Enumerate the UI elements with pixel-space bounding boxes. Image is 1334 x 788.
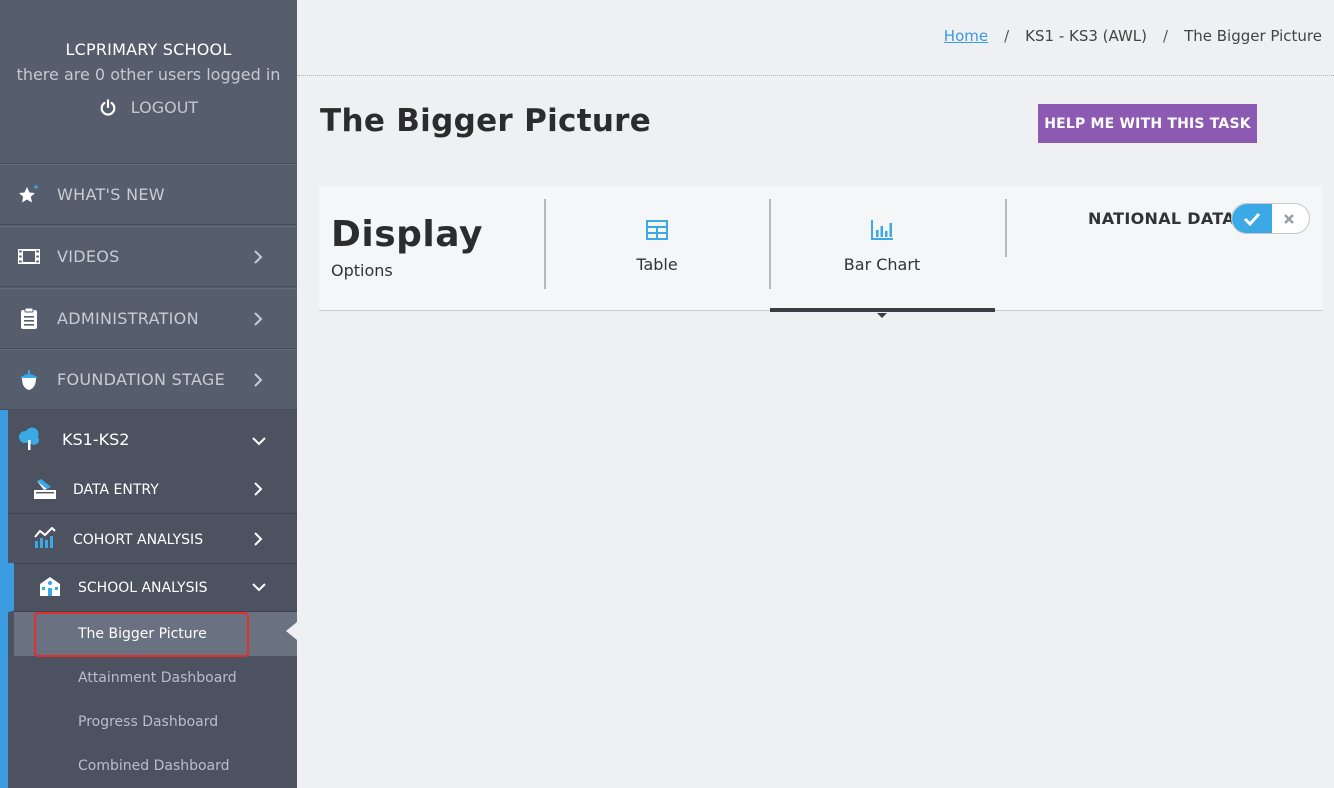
breadcrumb-home-link[interactable]: Home xyxy=(944,27,988,45)
sidebar-subitem-data-entry[interactable]: DATA ENTRY xyxy=(8,465,297,514)
sidebar-item-administration[interactable]: ADMINISTRATION xyxy=(0,288,297,349)
display-option-table[interactable]: Table xyxy=(545,186,769,311)
sidebar-item-label: FOUNDATION STAGE xyxy=(57,370,226,389)
chevron-down-icon xyxy=(252,583,266,592)
sidebar-subitem-label: COHORT ANALYSIS xyxy=(73,532,204,548)
sidebar-item-whats-new[interactable]: WHAT'S NEW xyxy=(0,164,297,225)
line-chart-icon xyxy=(34,527,56,548)
sidebar-subitem-label: DATA ENTRY xyxy=(73,482,159,498)
sidebar-item-label: KS1-KS2 xyxy=(62,430,130,449)
sidebar-item-label: WHAT'S NEW xyxy=(57,185,165,204)
selected-tab-caret xyxy=(877,313,887,318)
national-data-toggle[interactable] xyxy=(1231,203,1310,234)
clipboard-icon xyxy=(21,307,37,329)
sidebar-link-label: Attainment Dashboard xyxy=(78,670,237,686)
sidebar-link-label: The Bigger Picture xyxy=(78,626,207,642)
sidebar-link-the-bigger-picture[interactable]: The Bigger Picture xyxy=(14,612,297,657)
sidebar-item-label: VIDEOS xyxy=(57,247,120,266)
sidebar-subitem-label: SCHOOL ANALYSIS xyxy=(78,580,208,596)
chevron-right-icon xyxy=(254,372,263,387)
sidebar-item-ks1-ks2[interactable]: KS1-KS2 xyxy=(0,410,297,472)
bar-chart-icon xyxy=(871,220,893,240)
sidebar-link-label: Progress Dashboard xyxy=(78,714,219,730)
data-entry-icon xyxy=(34,479,56,499)
check-icon xyxy=(1243,212,1261,226)
display-subtitle: Options xyxy=(331,261,393,280)
sidebar-item-videos[interactable]: VIDEOS xyxy=(0,226,297,287)
close-icon xyxy=(1284,214,1294,224)
divider xyxy=(1005,199,1007,257)
sidebar-link-label: Combined Dashboard xyxy=(78,758,230,774)
selected-tab-underline xyxy=(770,308,995,312)
breadcrumb-separator: / xyxy=(1004,27,1010,45)
logout-button[interactable]: LOGOUT xyxy=(99,98,198,117)
sidebar-section-ks1-ks2: KS1-KS2 DATA ENTRY COHORT ANALYSIS SCHOO… xyxy=(0,410,297,788)
users-logged-in-text: there are 0 other users logged in xyxy=(16,65,281,84)
chevron-right-icon xyxy=(254,249,263,264)
toggle-on-side xyxy=(1232,204,1272,233)
breadcrumb: Home / KS1 - KS3 (AWL) / The Bigger Pict… xyxy=(298,0,1334,76)
sidebar: LCPRIMARY SCHOOL there are 0 other users… xyxy=(0,0,297,788)
national-data-label: NATIONAL DATA xyxy=(1088,209,1235,228)
display-option-label: Bar Chart xyxy=(843,255,921,274)
breadcrumb-separator: / xyxy=(1163,27,1169,45)
school-name: LCPRIMARY SCHOOL xyxy=(65,40,232,59)
logout-label: LOGOUT xyxy=(130,98,199,117)
sidebar-subitem-cohort-analysis[interactable]: COHORT ANALYSIS xyxy=(8,515,297,564)
film-icon xyxy=(18,248,40,264)
active-link-pointer xyxy=(286,622,297,640)
display-options-panel: Display Options Table Bar Chart xyxy=(319,186,1322,318)
sidebar-link-combined-dashboard[interactable]: Combined Dashboard xyxy=(14,744,297,788)
chevron-down-icon xyxy=(252,437,266,446)
page-title: The Bigger Picture xyxy=(320,103,652,139)
breadcrumb-section: KS1 - KS3 (AWL) xyxy=(1025,27,1148,45)
display-title: Display xyxy=(331,214,483,255)
breadcrumb-current: The Bigger Picture xyxy=(1184,27,1322,45)
star-sparkle-icon xyxy=(19,183,39,202)
table-icon xyxy=(646,220,668,240)
sidebar-link-progress-dashboard[interactable]: Progress Dashboard xyxy=(14,700,297,744)
display-option-label: Table xyxy=(636,255,678,274)
sidebar-subitem-school-analysis[interactable]: SCHOOL ANALYSIS xyxy=(8,563,297,612)
display-option-bar-chart[interactable]: Bar Chart xyxy=(770,186,995,318)
power-icon xyxy=(100,98,116,116)
help-me-with-this-task-button[interactable]: HELP ME WITH THIS TASK xyxy=(1038,104,1257,143)
chevron-right-icon xyxy=(254,482,263,496)
user-panel: LCPRIMARY SCHOOL there are 0 other users… xyxy=(0,0,297,164)
tree-icon xyxy=(19,427,39,450)
chevron-right-icon xyxy=(254,311,263,326)
acorn-icon xyxy=(20,369,38,390)
sidebar-link-attainment-dashboard[interactable]: Attainment Dashboard xyxy=(14,656,297,700)
sidebar-item-label: ADMINISTRATION xyxy=(57,309,199,328)
sidebar-item-foundation-stage[interactable]: FOUNDATION STAGE xyxy=(0,349,297,410)
school-building-icon xyxy=(40,577,60,596)
chevron-right-icon xyxy=(254,532,263,546)
